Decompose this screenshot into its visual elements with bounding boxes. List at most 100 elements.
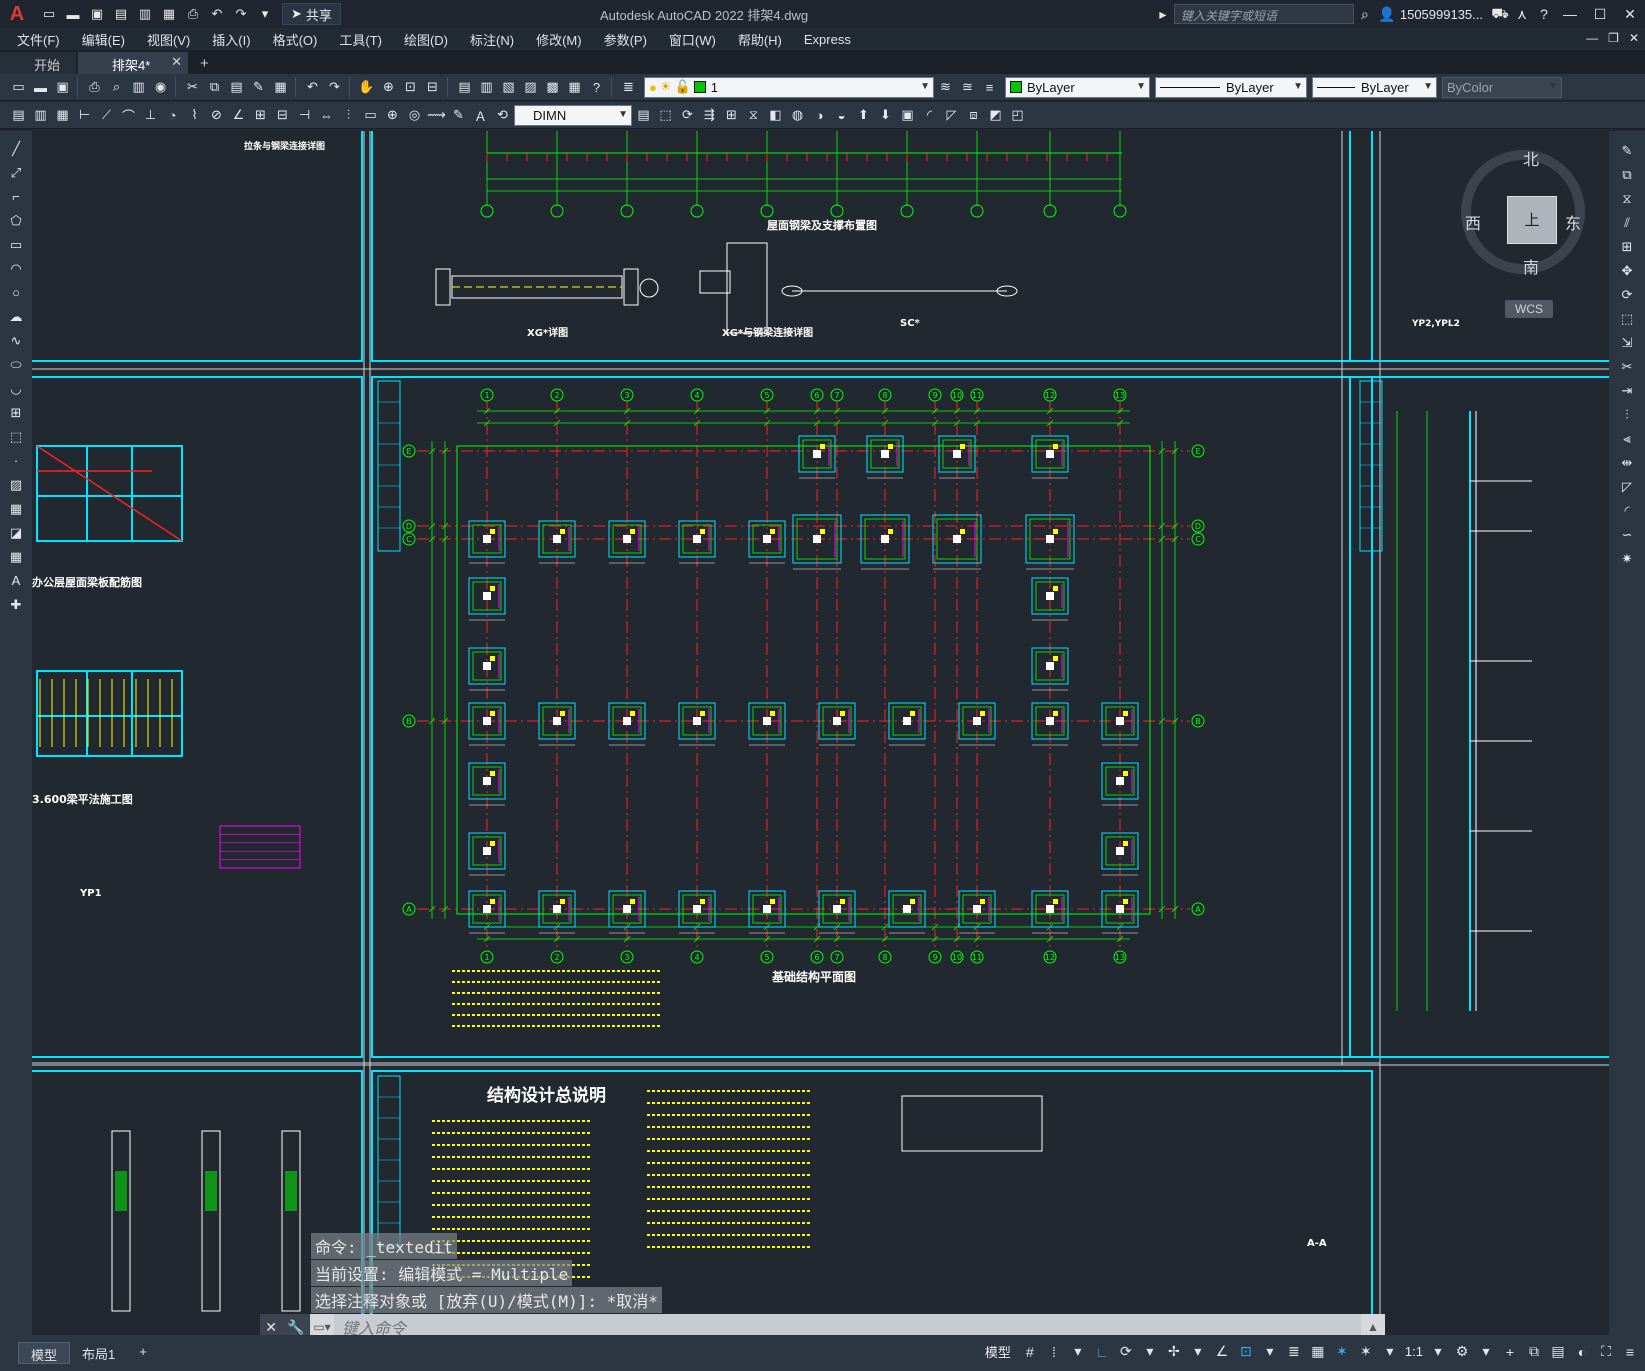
block-editor-icon[interactable]: ▦: [270, 77, 291, 98]
rotate3d-icon[interactable]: ⟳: [677, 105, 698, 126]
blend-icon[interactable]: ∽: [1616, 527, 1638, 543]
zoom-previous-icon[interactable]: ⊟: [422, 77, 443, 98]
viewcube[interactable]: 北 南 西 东 上: [1461, 150, 1585, 277]
continue-dim-icon[interactable]: ⊣: [294, 105, 315, 126]
menu-item-0[interactable]: 文件(F): [0, 30, 71, 49]
polar-icon[interactable]: ⟳: [1117, 1343, 1135, 1360]
layer-dropdown[interactable]: ● ☀ 🔓 1 ▼: [644, 76, 934, 98]
sheet-set-icon[interactable]: ▨: [520, 77, 541, 98]
fillet-icon[interactable]: ◜: [1616, 503, 1638, 519]
properties-icon[interactable]: ▤: [454, 77, 475, 98]
menu-item-2[interactable]: 视图(V): [136, 30, 201, 49]
isodraft-icon[interactable]: ✢: [1165, 1343, 1183, 1360]
mirror3d-icon[interactable]: ⧖: [743, 105, 764, 126]
clean-screen-icon[interactable]: ⛶: [1597, 1343, 1615, 1360]
save-icon[interactable]: ▣: [86, 4, 108, 24]
slice-icon[interactable]: ◧: [765, 105, 786, 126]
layout-tab-1[interactable]: 布局1: [70, 1342, 127, 1364]
layer-state-icon[interactable]: ≡: [979, 77, 1000, 98]
viewcube-south[interactable]: 南: [1523, 254, 1539, 278]
mirror-icon[interactable]: ⧖: [1616, 191, 1638, 207]
menu-item-8[interactable]: 修改(M): [525, 30, 593, 49]
3d-dwf-icon[interactable]: ◉: [150, 77, 171, 98]
help-tool-icon[interactable]: ?: [586, 77, 607, 98]
ordinate-dim-icon[interactable]: ⊥: [140, 105, 161, 126]
snap-icon[interactable]: ⁞: [1045, 1344, 1063, 1360]
layer-properties-icon[interactable]: ≣: [618, 77, 639, 98]
layout-tab-model[interactable]: 模型: [18, 1342, 71, 1364]
grid-icon[interactable]: #: [1021, 1344, 1039, 1360]
tolerance-icon[interactable]: ▭: [360, 105, 381, 126]
dropdown-icon[interactable]: ▾: [254, 4, 276, 24]
layer-iso-icon[interactable]: ▥: [30, 105, 51, 126]
revision-cloud-icon[interactable]: ☁: [5, 309, 27, 327]
baseline-dim-icon[interactable]: ⊟: [272, 105, 293, 126]
dim-break-icon[interactable]: ⫶: [338, 105, 359, 126]
expand-arrow-icon[interactable]: ▸: [1152, 6, 1174, 23]
customization-icon[interactable]: ≡: [1621, 1344, 1639, 1360]
tab-active-drawing[interactable]: 排架4* ✕: [78, 52, 189, 74]
maximize-button[interactable]: ☐: [1585, 6, 1615, 23]
open-icon[interactable]: ▬: [62, 4, 84, 24]
ellipse-arc-icon[interactable]: ◡: [5, 381, 27, 399]
design-center-icon[interactable]: ▥: [476, 77, 497, 98]
arc-length-icon[interactable]: ⌒: [118, 105, 139, 126]
quick-properties-icon[interactable]: ▤: [1549, 1343, 1567, 1360]
diameter-dim-icon[interactable]: ⊘: [206, 105, 227, 126]
gradient-icon[interactable]: ▦: [5, 501, 27, 519]
jogged-dim-icon[interactable]: ⌇: [184, 105, 205, 126]
autocad-logo[interactable]: A: [4, 3, 30, 25]
stretch-icon[interactable]: ⇲: [1616, 335, 1638, 351]
jogged-linear-icon[interactable]: ⟿: [426, 105, 447, 126]
doc-minimize-icon[interactable]: —: [1586, 31, 1598, 45]
polar-dropdown-icon[interactable]: ▾: [1141, 1343, 1159, 1360]
region-icon[interactable]: ◪: [5, 525, 27, 543]
doc-restore-icon[interactable]: ❐: [1608, 31, 1619, 45]
model-space-toggle[interactable]: 模型: [981, 1342, 1015, 1361]
viewcube-west[interactable]: 西: [1465, 210, 1481, 234]
lineweight-dropdown[interactable]: ByLayer ▼: [1312, 76, 1437, 98]
trim-icon[interactable]: ✂: [1616, 359, 1638, 375]
break-at-point-icon[interactable]: ⫶: [1616, 407, 1638, 423]
add-selected-icon[interactable]: ✚: [5, 597, 27, 615]
gear-icon[interactable]: ⚙: [1453, 1343, 1471, 1360]
spline-icon[interactable]: ∿: [5, 333, 27, 351]
ellipse-icon[interactable]: ⬭: [5, 357, 27, 375]
layer-walk-icon[interactable]: ▤: [8, 105, 29, 126]
extend-icon[interactable]: ⇥: [1616, 383, 1638, 399]
snap-dropdown-icon[interactable]: ▾: [1069, 1343, 1087, 1360]
construction-line-icon[interactable]: ⤢: [5, 165, 27, 183]
save-file-icon[interactable]: ▣: [52, 77, 73, 98]
dim-update-icon[interactable]: ⟲: [492, 105, 513, 126]
subtract-icon[interactable]: ◑: [809, 105, 830, 126]
move-icon[interactable]: ✥: [1616, 263, 1638, 279]
color-dropdown[interactable]: ByLayer ▼: [1005, 76, 1150, 98]
transparency-icon[interactable]: ▦: [1309, 1343, 1327, 1360]
redo-icon[interactable]: ↷: [230, 4, 252, 24]
isolate-objects-icon[interactable]: ◐: [1573, 1344, 1591, 1360]
align-icon[interactable]: ⇶: [699, 105, 720, 126]
shell-icon[interactable]: ▣: [897, 105, 918, 126]
new-icon[interactable]: ▭: [38, 4, 60, 24]
radius-dim-icon[interactable]: ◔: [162, 105, 183, 126]
array-obj-icon[interactable]: ⊞: [1616, 239, 1638, 255]
menu-item-6[interactable]: 绘图(D): [393, 30, 459, 49]
layer-off-icon[interactable]: ▦: [52, 105, 73, 126]
insert-block-icon[interactable]: ⊞: [5, 405, 27, 423]
scale-dropdown-icon[interactable]: ▾: [1429, 1343, 1447, 1360]
doc-close-icon[interactable]: ✕: [1629, 31, 1639, 45]
save-web-icon[interactable]: ▦: [158, 4, 180, 24]
search-icon[interactable]: ⌕: [1354, 6, 1376, 23]
match-properties-icon[interactable]: ✎: [248, 77, 269, 98]
presspull-icon[interactable]: ⬇: [875, 105, 896, 126]
user-icon[interactable]: 👤: [1376, 6, 1398, 23]
undo-icon[interactable]: ↶: [206, 4, 228, 24]
print-icon[interactable]: ⎙: [84, 77, 105, 98]
menu-item-3[interactable]: 插入(I): [201, 30, 261, 49]
plot-icon[interactable]: ⎙: [182, 4, 204, 24]
new-tab-button[interactable]: +: [190, 53, 219, 74]
share-button[interactable]: ➤ 共享: [282, 3, 341, 25]
make-block-icon[interactable]: ⬚: [5, 429, 27, 447]
zoom-window-icon[interactable]: ⊡: [400, 77, 421, 98]
offset-icon[interactable]: ⫽: [1616, 215, 1638, 231]
